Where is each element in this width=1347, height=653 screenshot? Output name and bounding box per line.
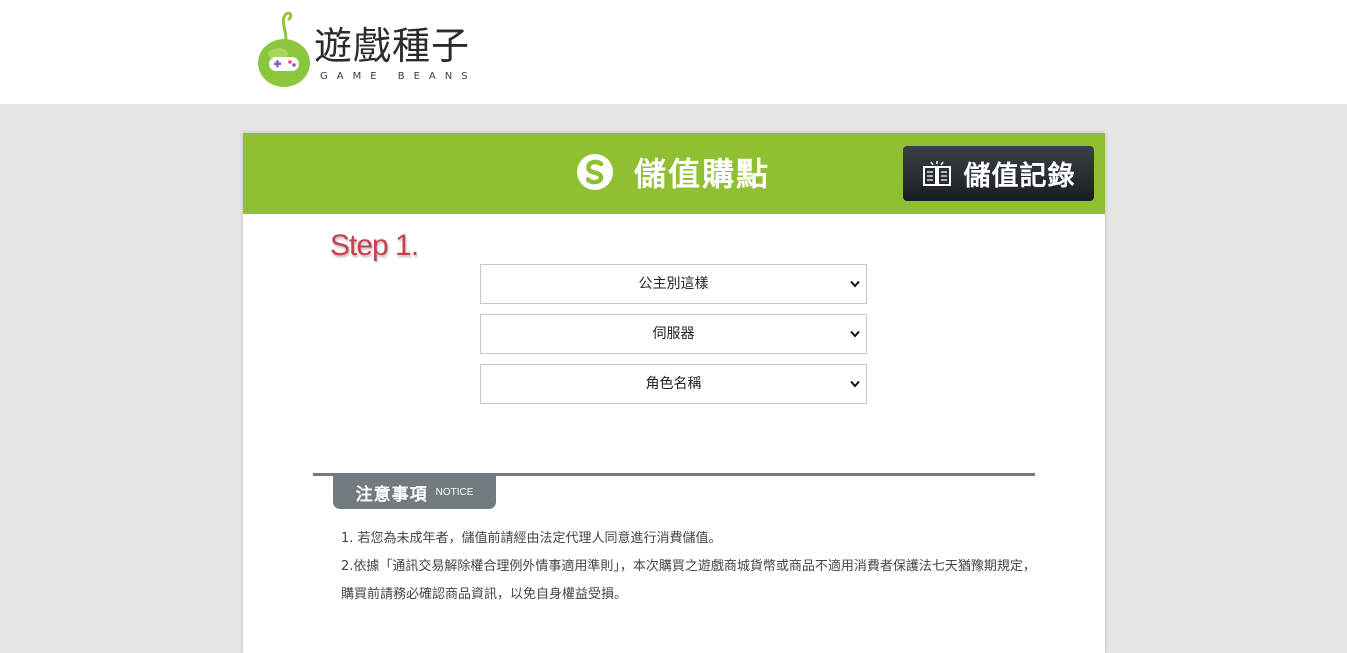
topup-record-label: 儲值記錄 <box>963 161 1076 192</box>
notice-subtitle: NOTICE <box>435 487 474 498</box>
panel-header: 儲值購點 儲值記錄 <box>243 133 1105 214</box>
notice-title: 注意事項 <box>355 485 428 505</box>
chevron-down-icon <box>850 330 860 338</box>
chevron-down-icon <box>850 380 860 388</box>
character-select[interactable]: 角色名稱 <box>480 364 867 404</box>
brand-title: 遊戲種子 <box>314 24 471 68</box>
step-label: Step 1. <box>330 229 419 262</box>
book-icon <box>922 160 951 186</box>
page-title-text: 儲值購點 <box>634 155 771 193</box>
game-select-value: 公主別這樣 <box>638 276 709 292</box>
server-select[interactable]: 伺服器 <box>480 314 867 354</box>
topup-panel: 儲值購點 儲值記錄 Step 1. 公主別這樣 伺服器 角色名稱 注意事項 NO… <box>243 133 1105 653</box>
coin-s-icon <box>577 154 613 190</box>
chevron-down-icon <box>850 280 860 288</box>
brand-subtitle: GAME BEANS <box>320 71 477 82</box>
server-select-value: 伺服器 <box>652 326 695 342</box>
character-select-value: 角色名稱 <box>645 376 702 392</box>
notice-item: 1. 若您為未成年者，儲值前請經由法定代理人同意進行消費儲值。 <box>341 531 722 546</box>
mascot-icon <box>258 11 310 87</box>
notice-tab: 注意事項 NOTICE <box>333 476 496 509</box>
page-title: 儲值購點 <box>576 150 770 194</box>
notice-content: 1. 若您為未成年者，儲值前請經由法定代理人同意進行消費儲值。 2.依據「通訊交… <box>341 525 1036 609</box>
topup-record-button[interactable]: 儲值記錄 <box>903 146 1094 201</box>
site-header: 遊戲種子 GAME BEANS <box>0 0 1347 104</box>
site-logo[interactable]: 遊戲種子 GAME BEANS <box>256 10 486 90</box>
game-select[interactable]: 公主別這樣 <box>480 264 867 304</box>
notice-item: 2.依據「通訊交易解除權合理例外情事適用準則」，本次購買之遊戲商城貨幣或商品不適… <box>341 559 1036 602</box>
